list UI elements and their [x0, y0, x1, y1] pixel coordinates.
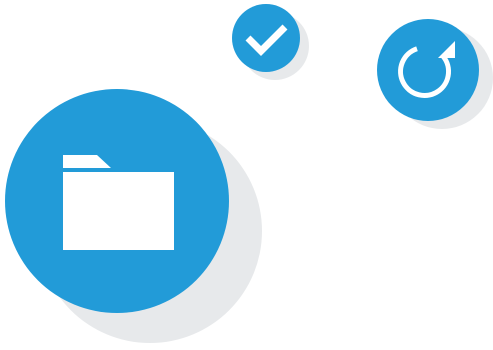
icon-canvas: [5, 4, 493, 343]
check-circle: [232, 4, 300, 72]
folder-button[interactable]: [5, 89, 262, 343]
check-button[interactable]: [232, 4, 309, 80]
refresh-circle: [377, 19, 479, 121]
refresh-button[interactable]: [377, 19, 493, 129]
